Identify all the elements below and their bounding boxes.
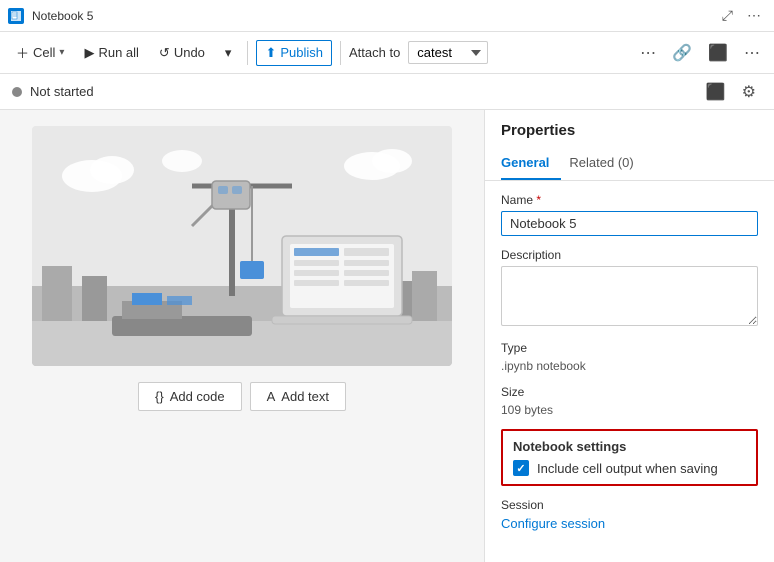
properties-tabs: General Related (0)	[485, 147, 774, 181]
name-label: Name *	[501, 193, 758, 207]
separator-2	[340, 41, 341, 65]
run-icon: ▶	[84, 45, 94, 61]
size-value: 109 bytes	[501, 403, 758, 417]
properties-panel: Properties General Related (0) Name * De…	[484, 110, 774, 562]
cell-label: Cell	[33, 45, 55, 60]
run-all-button[interactable]: ▶ Run all	[76, 41, 146, 65]
description-field: Description	[501, 248, 758, 329]
properties-header: Properties	[485, 110, 774, 139]
add-code-label: Add code	[170, 389, 225, 404]
status-action-2[interactable]: ⚙	[736, 78, 762, 106]
text-icon: A	[267, 389, 276, 404]
size-label: Size	[501, 385, 758, 399]
add-code-button[interactable]: {} Add code	[138, 382, 242, 411]
publish-icon: ⬆	[265, 45, 276, 61]
app-icon	[8, 8, 24, 24]
session-section: Session Configure session	[501, 498, 758, 531]
tab-related[interactable]: Related (0)	[569, 147, 645, 180]
more-button[interactable]: ⋯	[742, 5, 766, 26]
plus-icon: ＋	[16, 43, 29, 62]
description-textarea[interactable]	[501, 266, 758, 326]
notebook-settings-title: Notebook settings	[513, 439, 746, 454]
undo-label: Undo	[174, 45, 205, 60]
include-output-checkbox[interactable]	[513, 460, 529, 476]
title-bar-controls: ⤢ ⋯	[717, 5, 766, 26]
overflow-button[interactable]: ⋯	[738, 39, 766, 67]
add-text-button[interactable]: A Add text	[250, 382, 346, 411]
toolbar-right: ⋯ 🔗 ⬛ ⋯	[634, 39, 766, 67]
description-label: Description	[501, 248, 758, 262]
checkbox-row: Include cell output when saving	[513, 460, 746, 476]
name-input[interactable]	[501, 211, 758, 236]
properties-body: Name * Description Type .ipynb notebook …	[485, 181, 774, 562]
status-text: Not started	[30, 84, 692, 99]
publish-button[interactable]: ⬆ Publish	[256, 40, 332, 66]
main-content: {} Add code A Add text Properties Genera…	[0, 110, 774, 562]
name-field: Name *	[501, 193, 758, 236]
toolbar: ＋ Cell ▾ ▶ Run all ↺ Undo ▾ ⬆ Publish At…	[0, 32, 774, 74]
run-all-label: Run all	[98, 45, 138, 60]
notebook-actions: {} Add code A Add text	[138, 382, 346, 411]
status-actions: ⬛ ⚙	[700, 78, 762, 106]
share-button[interactable]: 🔗	[666, 39, 698, 67]
status-dot	[12, 87, 22, 97]
size-field: Size 109 bytes	[501, 385, 758, 417]
status-action-1[interactable]: ⬛	[700, 78, 732, 106]
type-field: Type .ipynb notebook	[501, 341, 758, 373]
configure-session-link[interactable]: Configure session	[501, 516, 605, 531]
checkbox-label: Include cell output when saving	[537, 461, 718, 476]
publish-label: Publish	[280, 45, 323, 60]
name-required: *	[536, 193, 541, 207]
attach-select[interactable]: catest	[408, 41, 488, 64]
tab-general[interactable]: General	[501, 147, 561, 180]
status-bar: Not started ⬛ ⚙	[0, 74, 774, 110]
window-title: Notebook 5	[32, 9, 709, 23]
code-icon: {}	[155, 389, 164, 404]
cell-chevron: ▾	[59, 47, 64, 58]
undo-button[interactable]: ↺ Undo	[151, 41, 213, 65]
type-value: .ipynb notebook	[501, 359, 758, 373]
expand-button[interactable]: ⤢	[717, 5, 738, 26]
separator-1	[247, 41, 248, 65]
attach-label: Attach to	[349, 45, 400, 60]
add-text-label: Add text	[281, 389, 329, 404]
undo-icon: ↺	[159, 45, 170, 61]
notebook-settings-box: Notebook settings Include cell output wh…	[501, 429, 758, 486]
title-bar: Notebook 5 ⤢ ⋯	[0, 0, 774, 32]
undo-chevron-btn[interactable]: ▾	[217, 41, 240, 65]
notebook-illustration	[32, 126, 452, 366]
session-label: Session	[501, 498, 758, 512]
cell-button[interactable]: ＋ Cell ▾	[8, 39, 72, 66]
type-label: Type	[501, 341, 758, 355]
more-options-button[interactable]: ⋯	[634, 39, 662, 67]
layout-button[interactable]: ⬛	[702, 39, 734, 67]
notebook-area: {} Add code A Add text	[0, 110, 484, 562]
